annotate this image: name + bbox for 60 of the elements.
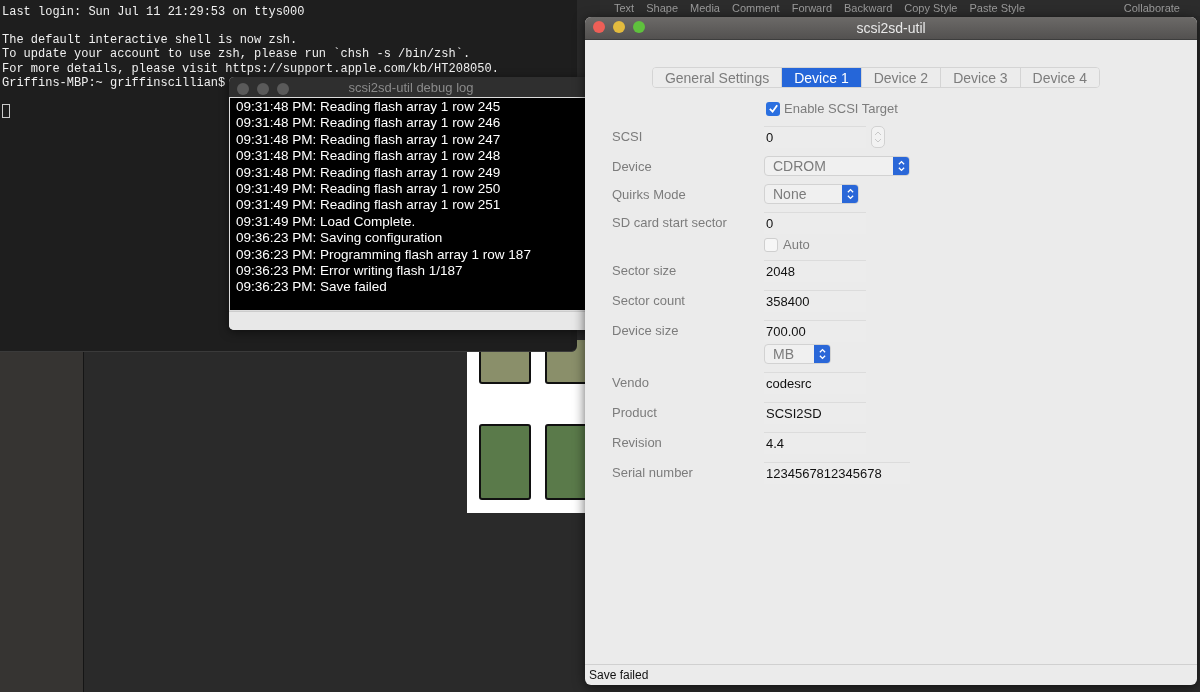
log-line: 09:31:49 PM: Reading flash array 1 row 250 <box>236 181 502 198</box>
toolbar-item[interactable]: Backward <box>844 1 893 15</box>
window-title: scsi2sd-util debug log <box>348 79 474 95</box>
log-line: 09:31:48 PM: Reading flash array 1 row 245 <box>236 99 502 116</box>
field-label: Serial number <box>612 464 694 480</box>
field-label: Product <box>612 404 658 420</box>
dropdown[interactable]: MB <box>764 344 831 364</box>
log-line: 09:31:49 PM: Load Complete. <box>236 213 417 231</box>
toolbar-item[interactable]: Forward <box>791 1 832 15</box>
field-label: Sector size <box>612 262 678 278</box>
field-label: Device size <box>612 322 680 338</box>
terminal-line: Griffins-MBP:~ griffinscillian$ <box>2 76 226 90</box>
toolbar-item[interactable]: Copy Style <box>904 1 958 15</box>
up-down-arrows-icon <box>896 159 906 173</box>
log-line: 09:36:23 PM: Saving configuration <box>236 230 444 247</box>
window-title: scsi2sd-util <box>856 20 926 36</box>
field-label: SCSI <box>612 128 644 144</box>
checkbox-label: Enable SCSI Target <box>784 101 898 116</box>
log-line: 09:31:48 PM: Reading flash array 1 row 248 <box>236 148 502 165</box>
toolbar-item[interactable]: Collaborate <box>1123 1 1180 15</box>
tab[interactable]: General Settings <box>652 68 783 87</box>
field-label: Revision <box>612 434 663 450</box>
up-down-arrows-icon <box>845 187 855 201</box>
field-label: Vendo <box>612 374 650 390</box>
log-line: 09:31:48 PM: Reading flash array 1 row 246 <box>236 115 502 132</box>
log-line: 09:36:23 PM: Save failed <box>236 279 388 296</box>
log-line: 09:31:49 PM: Reading flash array 1 row 251 <box>236 197 502 214</box>
checkbox[interactable] <box>764 237 778 252</box>
terminal-line: For more details, please visit https://support.apple.com/kb/HT208050. <box>2 61 499 76</box>
log-line: 09:36:23 PM: Error writing flash 1/187 <box>236 263 464 280</box>
log-line: 09:31:48 PM: Reading flash array 1 row 249 <box>236 164 502 182</box>
close-button[interactable] <box>237 83 249 95</box>
terminal-line: To update your account to use zsh, please run `chsh -s /bin/zsh`. <box>2 47 471 61</box>
field-label: Quirks Mode <box>612 186 687 202</box>
checkbox-label: Auto <box>783 237 810 252</box>
terminal-line: Last login: Sun Jul 11 21:29:53 on ttys000 <box>2 5 305 19</box>
log-line: 09:31:48 PM: Reading flash array 1 row 247 <box>236 131 502 149</box>
close-button[interactable] <box>593 21 605 33</box>
zoom-button[interactable] <box>277 83 289 95</box>
text-cursor <box>2 103 10 118</box>
tab[interactable]: Device 1 <box>782 68 862 87</box>
toolbar-item[interactable]: Shape <box>646 1 678 15</box>
log-line: 09:36:23 PM: Programming flash array 1 row 187 <box>236 246 532 264</box>
dropdown[interactable]: CDROM <box>764 156 910 176</box>
status-text: Save failed <box>589 668 649 682</box>
dropdown[interactable]: None <box>764 184 859 204</box>
stepper-control[interactable] <box>871 126 885 148</box>
toolbar-item[interactable]: Comment <box>731 1 780 15</box>
up-down-arrows-icon <box>817 347 827 361</box>
checkbox[interactable] <box>766 101 780 116</box>
minimize-button[interactable] <box>257 83 269 95</box>
field-label: Sector count <box>612 292 686 308</box>
zoom-button[interactable] <box>633 21 645 33</box>
field-label: SD card start sector <box>612 214 728 230</box>
terminal-line: The default interactive shell is now zsh. <box>2 32 298 47</box>
toolbar-item[interactable]: Paste Style <box>969 1 1026 15</box>
minimize-button[interactable] <box>613 21 625 33</box>
toolbar-item[interactable]: Media <box>690 1 720 15</box>
field-label: Device <box>612 158 653 174</box>
toolbar-item[interactable]: Text <box>614 1 635 15</box>
